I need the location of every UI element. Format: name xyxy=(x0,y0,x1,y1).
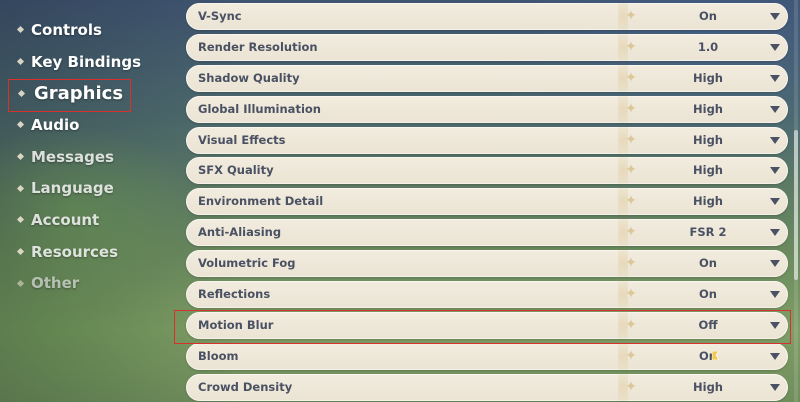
nav-item-label: Key Bindings xyxy=(31,52,142,71)
setting-value[interactable]: On xyxy=(656,343,760,370)
setting-label: Visual Effects xyxy=(198,132,286,147)
setting-row-environment-detail[interactable]: Environment Detail ✦ High xyxy=(186,188,788,216)
nav-item-graphics[interactable]: Graphics xyxy=(0,77,180,109)
nav-item-resources[interactable]: Resources xyxy=(0,236,180,268)
sparkle-icon: ✦ xyxy=(625,193,637,210)
setting-label: Volumetric Fog xyxy=(198,256,296,271)
setting-label: Environment Detail xyxy=(198,194,324,209)
setting-label: Crowd Density xyxy=(198,379,293,394)
chevron-down-icon[interactable] xyxy=(770,383,780,391)
nav-item-label: Account xyxy=(31,210,100,229)
sparkle-icon: ✦ xyxy=(625,286,637,303)
setting-value[interactable]: On xyxy=(656,281,760,308)
sparkle-icon: ✦ xyxy=(625,347,637,364)
sparkle-icon: ✦ xyxy=(625,378,637,395)
setting-row-sfx-quality[interactable]: SFX Quality ✦ High xyxy=(186,157,788,185)
setting-row-v-sync[interactable]: V-Sync ✦ On xyxy=(186,3,788,30)
chevron-down-icon[interactable] xyxy=(770,291,780,299)
setting-value[interactable]: 1.0 xyxy=(656,34,760,61)
settings-screen: Controls Key Bindings Graphics Audio Mes… xyxy=(0,0,800,402)
sparkle-icon: ✦ xyxy=(625,162,637,179)
diamond-bullet-icon xyxy=(16,121,25,129)
setting-value[interactable]: High xyxy=(656,374,760,401)
setting-value[interactable]: High xyxy=(656,96,760,123)
setting-value[interactable]: High xyxy=(656,127,760,154)
setting-row-motion-blur[interactable]: Motion Blur ✦ Off xyxy=(186,311,788,339)
diamond-bullet-icon xyxy=(16,57,25,66)
chevron-down-icon[interactable] xyxy=(770,260,780,268)
chevron-down-icon[interactable] xyxy=(770,352,780,360)
setting-label: Shadow Quality xyxy=(198,70,300,85)
diamond-bullet-icon xyxy=(16,184,25,192)
setting-label: Global Illumination xyxy=(198,101,321,116)
chevron-down-icon[interactable] xyxy=(770,198,780,206)
scrollbar-thumb[interactable] xyxy=(794,130,798,280)
diamond-bullet-icon xyxy=(16,248,25,256)
setting-label: Render Resolution xyxy=(198,39,318,54)
chevron-down-icon[interactable] xyxy=(770,321,780,329)
setting-label: SFX Quality xyxy=(198,163,274,178)
setting-label: Reflections xyxy=(198,287,271,302)
chevron-down-icon[interactable] xyxy=(770,136,780,144)
diamond-bullet-icon xyxy=(17,89,26,97)
setting-label: Anti-Aliasing xyxy=(198,225,282,240)
chevron-down-icon[interactable] xyxy=(770,74,780,82)
setting-label: V-Sync xyxy=(198,9,242,23)
sparkle-icon: ✦ xyxy=(625,38,637,55)
nav-item-label: Language xyxy=(31,179,114,198)
chevron-down-icon[interactable] xyxy=(770,167,780,175)
mouse-cursor-icon xyxy=(712,351,719,360)
diamond-bullet-icon xyxy=(16,216,25,224)
nav-item-controls[interactable]: Controls xyxy=(0,14,180,46)
setting-value[interactable]: FSR 2 xyxy=(656,219,760,246)
setting-value[interactable]: On xyxy=(656,3,760,30)
sparkle-icon: ✦ xyxy=(625,8,637,24)
setting-row-volumetric-fog[interactable]: Volumetric Fog ✦ On xyxy=(186,250,788,278)
nav-item-language[interactable]: Language xyxy=(0,172,180,204)
chevron-down-icon[interactable] xyxy=(770,105,780,113)
chevron-down-icon[interactable] xyxy=(770,13,780,20)
setting-row-shadow-quality[interactable]: Shadow Quality ✦ High xyxy=(186,64,788,92)
setting-row-render-resolution[interactable]: Render Resolution ✦ 1.0 xyxy=(186,33,788,61)
graphics-settings-list: V-Sync ✦ On Render Resolution ✦ 1.0 Shad… xyxy=(186,3,788,402)
sparkle-icon: ✦ xyxy=(625,69,637,86)
setting-value[interactable]: On xyxy=(656,250,760,277)
setting-value[interactable]: High xyxy=(656,188,760,215)
sparkle-icon: ✦ xyxy=(625,131,637,148)
setting-row-anti-aliasing[interactable]: Anti-Aliasing ✦ FSR 2 xyxy=(186,219,788,247)
setting-row-bloom[interactable]: Bloom ✦ On xyxy=(186,342,788,370)
nav-item-account[interactable]: Account xyxy=(0,204,180,236)
nav-item-label: Other xyxy=(31,274,80,293)
nav-item-label: Controls xyxy=(31,20,102,39)
setting-row-visual-effects[interactable]: Visual Effects ✦ High xyxy=(186,126,788,154)
nav-item-label: Audio xyxy=(31,115,80,134)
settings-nav: Controls Key Bindings Graphics Audio Mes… xyxy=(0,14,180,299)
diamond-bullet-icon xyxy=(16,153,25,161)
sparkle-icon: ✦ xyxy=(625,100,637,117)
setting-label: Motion Blur xyxy=(198,317,274,332)
setting-row-reflections[interactable]: Reflections ✦ On xyxy=(186,281,788,309)
setting-row-global-illumination[interactable]: Global Illumination ✦ High xyxy=(186,95,788,123)
setting-value[interactable]: Off xyxy=(656,312,760,339)
nav-item-messages[interactable]: Messages xyxy=(0,141,180,173)
sparkle-icon: ✦ xyxy=(625,255,637,272)
nav-item-label: Graphics xyxy=(34,82,124,104)
chevron-down-icon[interactable] xyxy=(770,229,780,237)
diamond-bullet-icon xyxy=(16,279,25,287)
setting-value[interactable]: High xyxy=(656,65,760,92)
nav-item-other[interactable]: Other xyxy=(0,268,180,300)
setting-label: Bloom xyxy=(198,348,239,363)
setting-row-crowd-density[interactable]: Crowd Density ✦ High xyxy=(186,373,788,401)
sparkle-icon: ✦ xyxy=(625,316,637,333)
nav-item-key-bindings[interactable]: Key Bindings xyxy=(0,46,180,78)
nav-item-label: Messages xyxy=(31,147,114,166)
setting-value[interactable]: High xyxy=(656,157,760,184)
diamond-bullet-icon xyxy=(16,26,25,34)
nav-item-audio[interactable]: Audio xyxy=(0,109,180,141)
chevron-down-icon[interactable] xyxy=(770,43,780,51)
sparkle-icon: ✦ xyxy=(625,224,637,241)
nav-item-label: Resources xyxy=(31,242,119,261)
